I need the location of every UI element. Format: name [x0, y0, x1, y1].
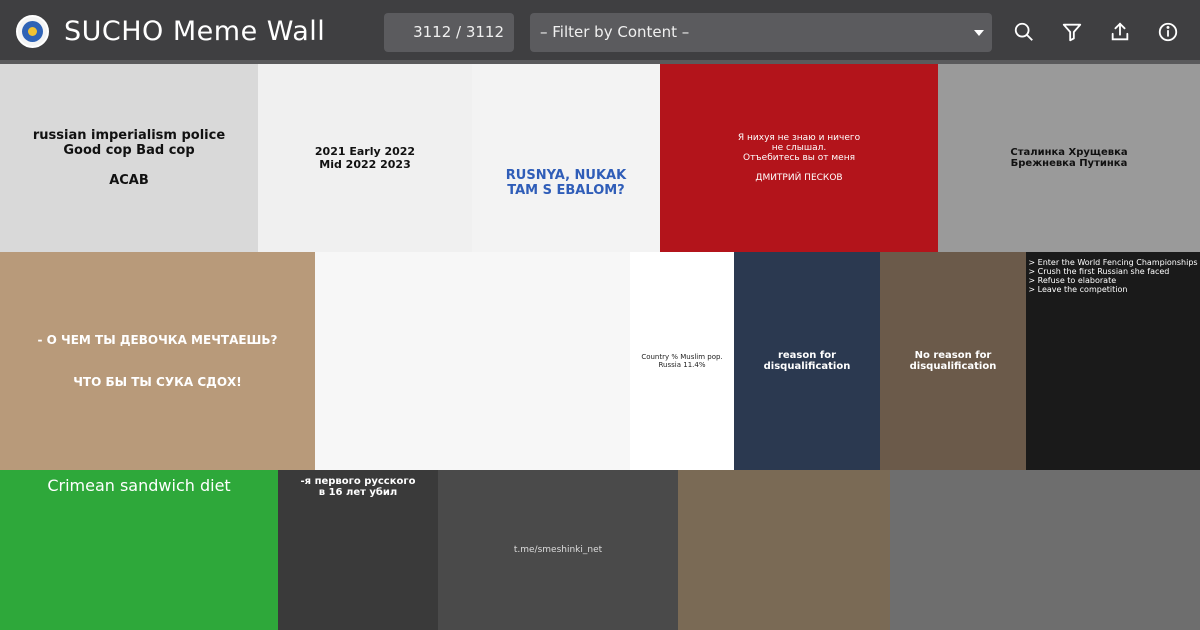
app-title: SUCHO Meme Wall: [64, 16, 326, 47]
search-icon: [1014, 22, 1033, 41]
meme-caption: Crimean sandwich diet: [47, 476, 231, 495]
funnel-icon: [1062, 23, 1082, 42]
meme-tile[interactable]: Country % Muslim pop. Russia 11.4%: [630, 252, 734, 470]
meme-tile[interactable]: reason for disqualification: [734, 252, 880, 470]
filter-button[interactable]: [1060, 20, 1084, 44]
meme-tile[interactable]: t.me/smeshinki_net: [438, 470, 678, 630]
share-button[interactable]: [1108, 20, 1132, 44]
meme-tile[interactable]: [890, 470, 1200, 630]
app-header: SUCHO Meme Wall 3112 / 3112 – Filter by …: [0, 0, 1200, 64]
meme-tile[interactable]: -я первого русского в 16 лет убил: [278, 470, 438, 630]
chevron-down-icon: [974, 30, 984, 36]
content-filter-select[interactable]: – Filter by Content –: [530, 13, 992, 52]
meme-tile[interactable]: RUSNYA, NUKAK TAM S EBALOM?: [472, 64, 660, 252]
meme-tile[interactable]: russian imperialism police Good cop Bad …: [0, 64, 258, 252]
meme-counter: 3112 / 3112: [384, 13, 514, 52]
meme-tile[interactable]: [315, 252, 630, 470]
meme-caption: russian imperialism police Good cop Bad …: [32, 128, 226, 188]
meme-caption: Country % Muslim pop. Russia 11.4%: [641, 353, 723, 369]
search-button[interactable]: [1012, 20, 1036, 44]
meme-caption: reason for disqualification: [763, 350, 851, 372]
info-icon: [1158, 22, 1178, 42]
logo-center: [28, 27, 37, 36]
meme-tile[interactable]: Сталинка Хрущевка Брежневка Путинка: [938, 64, 1200, 252]
meme-caption: Я нихуя не знаю и ничего не слышал. Отъе…: [737, 133, 861, 183]
info-button[interactable]: [1156, 20, 1180, 44]
meme-caption: 2021 Early 2022 Mid 2022 2023: [314, 145, 416, 171]
logo-ring: [22, 21, 43, 42]
meme-caption: - О ЧЕМ ТЫ ДЕВОЧКА МЕЧТАЕШЬ? ЧТО БЫ ТЫ С…: [37, 333, 278, 389]
filter-placeholder: – Filter by Content –: [540, 23, 690, 41]
meme-grid: russian imperialism police Good cop Bad …: [0, 64, 1200, 630]
share-upload-icon: [1111, 22, 1129, 41]
meme-tile[interactable]: Я нихуя не знаю и ничего не слышал. Отъе…: [660, 64, 938, 252]
meme-caption: t.me/smeshinki_net: [513, 545, 603, 555]
sucho-logo-icon[interactable]: [16, 15, 49, 48]
meme-tile[interactable]: No reason for disqualification: [880, 252, 1026, 470]
meme-caption: -я первого русского в 16 лет убил: [300, 476, 416, 498]
meme-caption: RUSNYA, NUKAK TAM S EBALOM?: [505, 168, 627, 198]
meme-caption: No reason for disqualification: [909, 350, 997, 372]
meme-tile[interactable]: > Enter the World Fencing Championships …: [1026, 252, 1200, 470]
meme-tile[interactable]: [678, 470, 890, 630]
meme-tile[interactable]: - О ЧЕМ ТЫ ДЕВОЧКА МЕЧТАЕШЬ? ЧТО БЫ ТЫ С…: [0, 252, 315, 470]
meme-caption: > Enter the World Fencing Championships …: [1028, 258, 1198, 294]
meme-tile[interactable]: 2021 Early 2022 Mid 2022 2023: [258, 64, 472, 252]
meme-tile[interactable]: Crimean sandwich diet: [0, 470, 278, 630]
meme-caption: Сталинка Хрущевка Брежневка Путинка: [1010, 147, 1128, 169]
